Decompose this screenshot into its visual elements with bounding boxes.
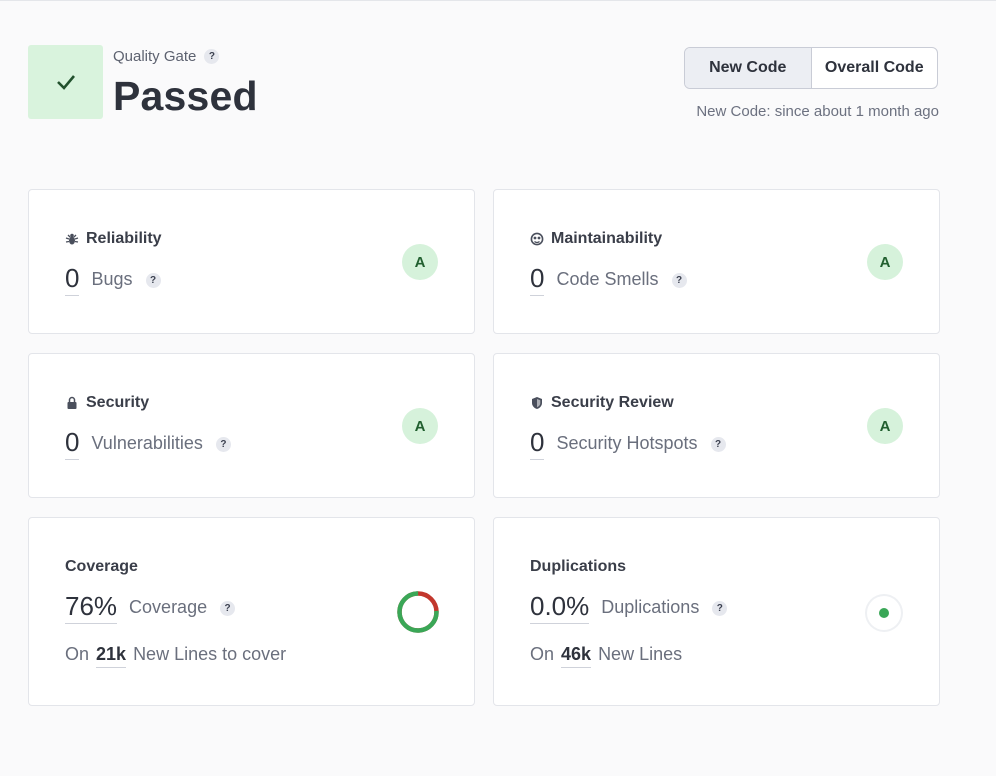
security-review-title-text: Security Review: [551, 394, 674, 411]
vulnerabilities-label: Vulnerabilities: [91, 433, 203, 453]
security-hotspots-help-icon[interactable]: ?: [710, 436, 726, 452]
maintainability-metric: 0 Code Smells ?: [530, 264, 687, 296]
bugs-count[interactable]: 0: [65, 264, 80, 296]
coverage-label: Coverage: [129, 597, 208, 617]
reliability-card: Reliability 0 Bugs ? A: [28, 189, 475, 334]
coverage-lines: On 21k New Lines to cover: [65, 644, 286, 668]
lines-to-cover-count[interactable]: 21k: [96, 644, 127, 668]
security-review-rating[interactable]: A: [867, 408, 903, 444]
duplications-card: Duplications 0.0% Duplications ? On 46k …: [493, 517, 940, 706]
duplications-percent[interactable]: 0.0%: [530, 592, 590, 624]
coverage-donut-chart[interactable]: [396, 590, 440, 634]
vulnerabilities-help-icon[interactable]: ?: [215, 436, 231, 452]
maintainability-title: Maintainability: [530, 230, 662, 248]
reliability-title: Reliability: [65, 230, 162, 248]
new-code-button[interactable]: New Code: [685, 48, 812, 88]
new-lines-count[interactable]: 46k: [561, 644, 592, 668]
coverage-help-icon[interactable]: ?: [220, 600, 236, 616]
code-smells-help-icon[interactable]: ?: [671, 272, 687, 288]
lock-icon: [67, 396, 77, 409]
duplications-lines: On 46k New Lines: [530, 644, 682, 668]
check-icon: [56, 75, 75, 90]
coverage-lines-prefix: On: [65, 644, 90, 664]
coverage-title: Coverage: [65, 558, 138, 575]
duplications-lines-suffix: New Lines: [598, 644, 683, 664]
duplications-lines-prefix: On: [530, 644, 555, 664]
quality-gate-label-text: Quality Gate: [113, 48, 197, 65]
coverage-metric: 76% Coverage ?: [65, 592, 236, 624]
coverage-card: Coverage 76% Coverage ? On 21k New Lines…: [28, 517, 475, 706]
security-hotspots-label: Security Hotspots: [556, 433, 698, 453]
security-metric: 0 Vulnerabilities ?: [65, 428, 231, 460]
security-title-text: Security: [86, 394, 150, 411]
security-rating[interactable]: A: [402, 408, 438, 444]
maintainability-icon: [530, 232, 544, 246]
duplications-dot: [879, 608, 889, 618]
coverage-lines-suffix: New Lines to cover: [133, 644, 287, 664]
duplications-label: Duplications: [601, 597, 700, 617]
maintainability-card: Maintainability 0 Code Smells ? A: [493, 189, 940, 334]
vulnerabilities-count[interactable]: 0: [65, 428, 80, 460]
coverage-percent[interactable]: 76%: [65, 592, 118, 624]
duplications-help-icon[interactable]: ?: [712, 600, 728, 616]
quality-gate-status: Passed: [113, 73, 258, 119]
security-review-card: Security Review 0 Security Hotspots ? A: [493, 353, 940, 498]
duplications-metric: 0.0% Duplications ?: [530, 592, 728, 624]
code-smells-count[interactable]: 0: [530, 264, 545, 296]
maintainability-rating[interactable]: A: [867, 244, 903, 280]
code-smells-label: Code Smells: [556, 269, 659, 289]
reliability-metric: 0 Bugs ?: [65, 264, 161, 296]
duplications-indicator[interactable]: [865, 594, 903, 632]
maintainability-title-text: Maintainability: [551, 230, 663, 247]
reliability-rating[interactable]: A: [402, 244, 438, 280]
bug-icon: [65, 233, 79, 245]
quality-gate-status-badge: [28, 45, 103, 119]
security-review-metric: 0 Security Hotspots ?: [530, 428, 726, 460]
security-card: Security 0 Vulnerabilities ? A: [28, 353, 475, 498]
code-view-toggle: New Code Overall Code: [684, 47, 938, 89]
new-code-period: New Code: since about 1 month ago: [696, 103, 939, 120]
quality-gate-label: Quality Gate ?: [113, 48, 220, 65]
security-review-title: Security Review: [530, 394, 674, 412]
security-title: Security: [65, 394, 149, 412]
shield-icon: [532, 397, 542, 409]
security-hotspots-count[interactable]: 0: [530, 428, 545, 460]
bugs-help-icon[interactable]: ?: [145, 272, 161, 288]
overall-code-button[interactable]: Overall Code: [812, 48, 938, 88]
duplications-title: Duplications: [530, 558, 627, 575]
reliability-title-text: Reliability: [86, 230, 162, 247]
bugs-label: Bugs: [91, 269, 133, 289]
quality-gate-help-icon[interactable]: ?: [204, 49, 220, 64]
